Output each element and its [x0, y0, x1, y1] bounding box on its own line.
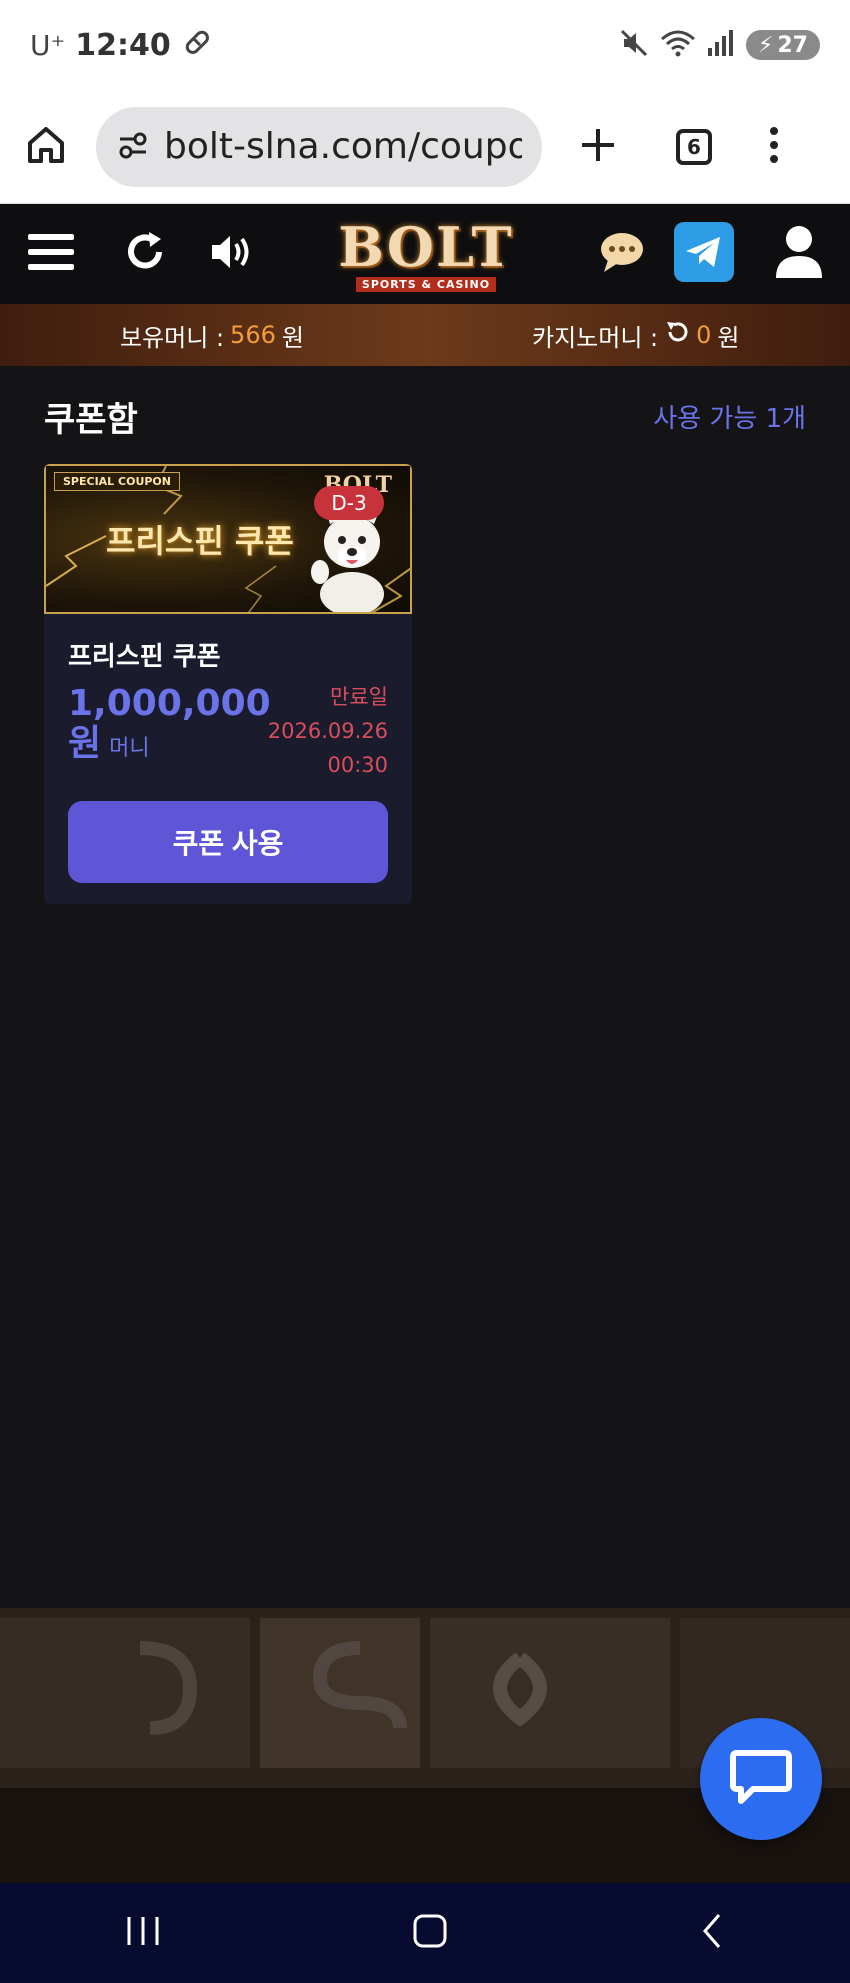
tab-switcher-button[interactable]: 6 [676, 128, 712, 165]
clock: 12:40 [75, 27, 171, 63]
amount-unit: 원 [68, 723, 102, 764]
money-label: 보유머니 : [120, 323, 225, 352]
casino-balance: 카지노머니 : 0 원 [532, 318, 740, 353]
balance-bar: 보유머니 : 566 원 카지노머니 : 0 원 [0, 304, 850, 366]
url-bar[interactable]: bolt-slna.com/coupon [96, 106, 542, 187]
page-title: 쿠폰함 [44, 400, 138, 440]
hamburger-menu-icon[interactable] [26, 230, 76, 278]
expire-label: 만료일 [330, 685, 388, 709]
chat-bubble-icon[interactable] [598, 230, 646, 278]
site-logo[interactable]: BOLT SPORTS & CASINO [328, 210, 524, 300]
coupon-banner: SPECIAL COUPON 프리스핀 쿠폰 BOLT D-3 [44, 464, 412, 614]
status-bar: U⁺ 12:40 ⚡ 27 [0, 0, 850, 90]
casino-refresh-icon[interactable] [664, 319, 690, 351]
bolt-charging-icon: ⚡ [757, 32, 774, 58]
battery-indicator: ⚡ 27 [745, 30, 820, 60]
banner-tag: SPECIAL COUPON [54, 472, 180, 491]
home-nav-icon[interactable] [410, 1911, 450, 1955]
wifi-icon [660, 27, 696, 63]
system-nav-bar [0, 1883, 850, 1983]
amount-value: 1,000,000 [68, 683, 271, 724]
telegram-icon[interactable] [672, 220, 736, 288]
coupon-card: SPECIAL COUPON 프리스핀 쿠폰 BOLT D-3 프리스핀 쿠폰 … [44, 464, 412, 904]
new-tab-icon[interactable] [576, 123, 620, 171]
home-icon[interactable] [22, 121, 70, 173]
battery-level: 27 [777, 32, 808, 58]
coupon-name: 프리스핀 쿠폰 [68, 642, 221, 672]
browser-toolbar: bolt-slna.com/coupon 6 [0, 90, 850, 204]
amount-type: 머니 [109, 736, 150, 761]
pill-icon [181, 26, 213, 65]
expire-date: 2026.09.26 [267, 719, 388, 743]
casino-value: 0 [696, 321, 712, 349]
more-menu-icon[interactable] [768, 125, 780, 169]
mute-icon [618, 27, 650, 63]
expire-time: 00:30 [327, 753, 388, 777]
available-count: 사용 가능 1개 [653, 404, 806, 434]
site-header: BOLT SPORTS & CASINO [0, 204, 850, 304]
refresh-icon[interactable] [122, 229, 168, 279]
coupon-amount: 1,000,000 원 머니 [68, 684, 271, 769]
back-icon[interactable] [697, 1911, 727, 1955]
chat-icon [729, 1747, 793, 1811]
carrier-label: U⁺ [30, 28, 66, 62]
recent-apps-icon[interactable] [123, 1913, 163, 1953]
use-coupon-button[interactable]: 쿠폰 사용 [68, 801, 388, 883]
expire-info: 만료일 2026.09.26 00:30 [268, 680, 388, 782]
site-settings-icon[interactable] [116, 128, 150, 166]
casino-unit: 원 [717, 323, 740, 352]
url-text: bolt-slna.com/coupon [164, 126, 522, 167]
live-chat-button[interactable] [700, 1718, 822, 1840]
casino-label: 카지노머니 : [532, 323, 659, 352]
sound-icon[interactable] [208, 230, 258, 278]
dday-badge: D-3 [314, 486, 384, 520]
signal-icon [706, 28, 736, 62]
user-profile-icon[interactable] [774, 224, 824, 284]
money-unit: 원 [281, 323, 304, 352]
money-value: 566 [230, 321, 276, 349]
money-balance: 보유머니 : 566 원 [120, 318, 304, 353]
logo-subtitle: SPORTS & CASINO [355, 276, 497, 292]
logo-text: BOLT [338, 214, 514, 279]
banner-title: 프리스핀 쿠폰 [106, 522, 294, 560]
